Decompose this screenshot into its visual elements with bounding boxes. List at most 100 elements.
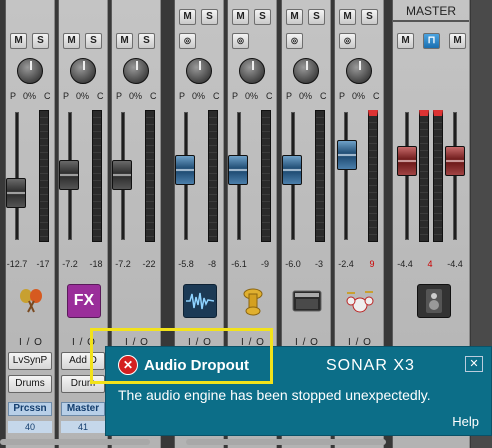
peak-value: -8 xyxy=(207,259,216,269)
input-echo-icon[interactable]: ◎ xyxy=(232,33,249,49)
volume-fader[interactable] xyxy=(282,155,302,185)
master-mute-right-button[interactable]: M xyxy=(449,33,466,49)
mute-button[interactable]: M xyxy=(286,9,303,25)
volume-value: -7.2 xyxy=(62,259,78,269)
fader-track xyxy=(15,112,19,240)
pan-percent-label: 0% xyxy=(76,91,90,101)
pan-c-label: C xyxy=(97,91,104,101)
speaker-icon[interactable] xyxy=(417,284,451,318)
volume-value: -7.2 xyxy=(115,259,131,269)
waveform-icon[interactable] xyxy=(183,284,217,318)
level-meter xyxy=(315,110,325,242)
pan-c-label: C xyxy=(320,91,327,101)
solo-button[interactable]: S xyxy=(254,9,271,25)
solo-button[interactable]: S xyxy=(201,9,218,25)
pan-c-label: C xyxy=(373,91,380,101)
drumkit-icon[interactable] xyxy=(343,284,377,318)
volume-value: -6.1 xyxy=(231,259,247,269)
pan-percent-label: 0% xyxy=(299,91,313,101)
output-selector[interactable]: Drums xyxy=(8,375,52,393)
pan-knob[interactable] xyxy=(186,58,212,84)
volume-fader[interactable] xyxy=(59,160,79,190)
pan-knob[interactable] xyxy=(346,58,372,84)
track-name[interactable]: Master xyxy=(61,402,105,416)
pan-knob[interactable] xyxy=(17,58,43,84)
io-label[interactable]: I / O xyxy=(6,337,56,348)
fx-icon[interactable]: FX xyxy=(67,284,101,318)
volume-fader[interactable] xyxy=(112,160,132,190)
close-button[interactable]: ✕ xyxy=(465,356,483,372)
mute-button[interactable]: M xyxy=(63,33,80,49)
pan-p-label: P xyxy=(179,91,186,101)
pan-c-label: C xyxy=(150,91,157,101)
volume-fader[interactable] xyxy=(337,140,357,170)
pan-p-label: P xyxy=(116,91,123,101)
lock-icon[interactable]: ⊓ xyxy=(423,33,440,49)
tuba-icon[interactable] xyxy=(236,284,270,318)
amplifier-icon[interactable] xyxy=(290,284,324,318)
volume-fader[interactable] xyxy=(228,155,248,185)
pan-percent-label: 0% xyxy=(192,91,206,101)
pan-knob[interactable] xyxy=(239,58,265,84)
mute-button[interactable]: M xyxy=(116,33,133,49)
pan-p-label: P xyxy=(10,91,17,101)
input-echo-icon[interactable]: ◎ xyxy=(179,33,196,49)
master-fader-left[interactable] xyxy=(397,146,417,176)
solo-button[interactable]: S xyxy=(308,9,325,25)
help-link[interactable]: Help xyxy=(452,414,479,429)
pan-percent-label: 0% xyxy=(23,91,37,101)
volume-fader[interactable] xyxy=(175,155,195,185)
horizontal-scrollbar-right[interactable] xyxy=(186,439,386,445)
volume-fader[interactable] xyxy=(6,178,26,208)
pan-p-label: P xyxy=(232,91,239,101)
master-right-value: -4.4 xyxy=(447,259,463,269)
track-number: 40 xyxy=(8,421,52,433)
input-echo-icon[interactable]: ◎ xyxy=(339,33,356,49)
input-selector[interactable]: LvSynP xyxy=(8,352,52,370)
mute-button[interactable]: M xyxy=(339,9,356,25)
horizontal-scrollbar-left[interactable] xyxy=(0,439,150,445)
volume-value: -2.4 xyxy=(338,259,354,269)
highlight-box xyxy=(90,328,273,384)
mute-button[interactable]: M xyxy=(232,9,249,25)
volume-value: -5.8 xyxy=(178,259,194,269)
solo-button[interactable]: S xyxy=(85,33,102,49)
level-meter xyxy=(368,110,378,242)
master-fader-right[interactable] xyxy=(445,146,465,176)
maracas-icon[interactable] xyxy=(14,284,48,318)
mute-button[interactable]: M xyxy=(179,9,196,25)
level-meter xyxy=(145,110,155,242)
pan-percent-label: 0% xyxy=(245,91,259,101)
pan-c-label: C xyxy=(266,91,273,101)
channel-strip-1: M S P 0% C -12.7 -17 I / O LvSynP Drums … xyxy=(5,0,55,448)
track-name[interactable]: Prcssn xyxy=(8,402,52,416)
pan-c-label: C xyxy=(213,91,220,101)
solo-button[interactable]: S xyxy=(138,33,155,49)
level-meter-right xyxy=(433,110,443,242)
pan-p-label: P xyxy=(286,91,293,101)
master-left-value: -4.4 xyxy=(397,259,413,269)
pan-p-label: P xyxy=(63,91,70,101)
master-peak-value: 4 xyxy=(427,259,433,269)
volume-value: -6.0 xyxy=(285,259,301,269)
input-echo-icon[interactable]: ◎ xyxy=(286,33,303,49)
master-mute-left-button[interactable]: M xyxy=(397,33,414,49)
track-number: 41 xyxy=(61,421,105,433)
pan-knob[interactable] xyxy=(293,58,319,84)
level-meter xyxy=(208,110,218,242)
sonar-logo: SONAR X3 xyxy=(326,357,415,374)
fader-track-left xyxy=(405,112,409,240)
solo-button[interactable]: S xyxy=(32,33,49,49)
master-header: MASTER xyxy=(393,4,469,22)
solo-button[interactable]: S xyxy=(361,9,378,25)
pan-knob[interactable] xyxy=(123,58,149,84)
peak-value: -3 xyxy=(314,259,323,269)
level-meter xyxy=(92,110,102,242)
peak-value: -18 xyxy=(89,259,103,269)
fader-track xyxy=(344,112,348,240)
level-meter xyxy=(39,110,49,242)
peak-value: 9 xyxy=(369,259,375,269)
pan-knob[interactable] xyxy=(70,58,96,84)
mute-button[interactable]: M xyxy=(10,33,27,49)
level-meter-left xyxy=(419,110,429,242)
